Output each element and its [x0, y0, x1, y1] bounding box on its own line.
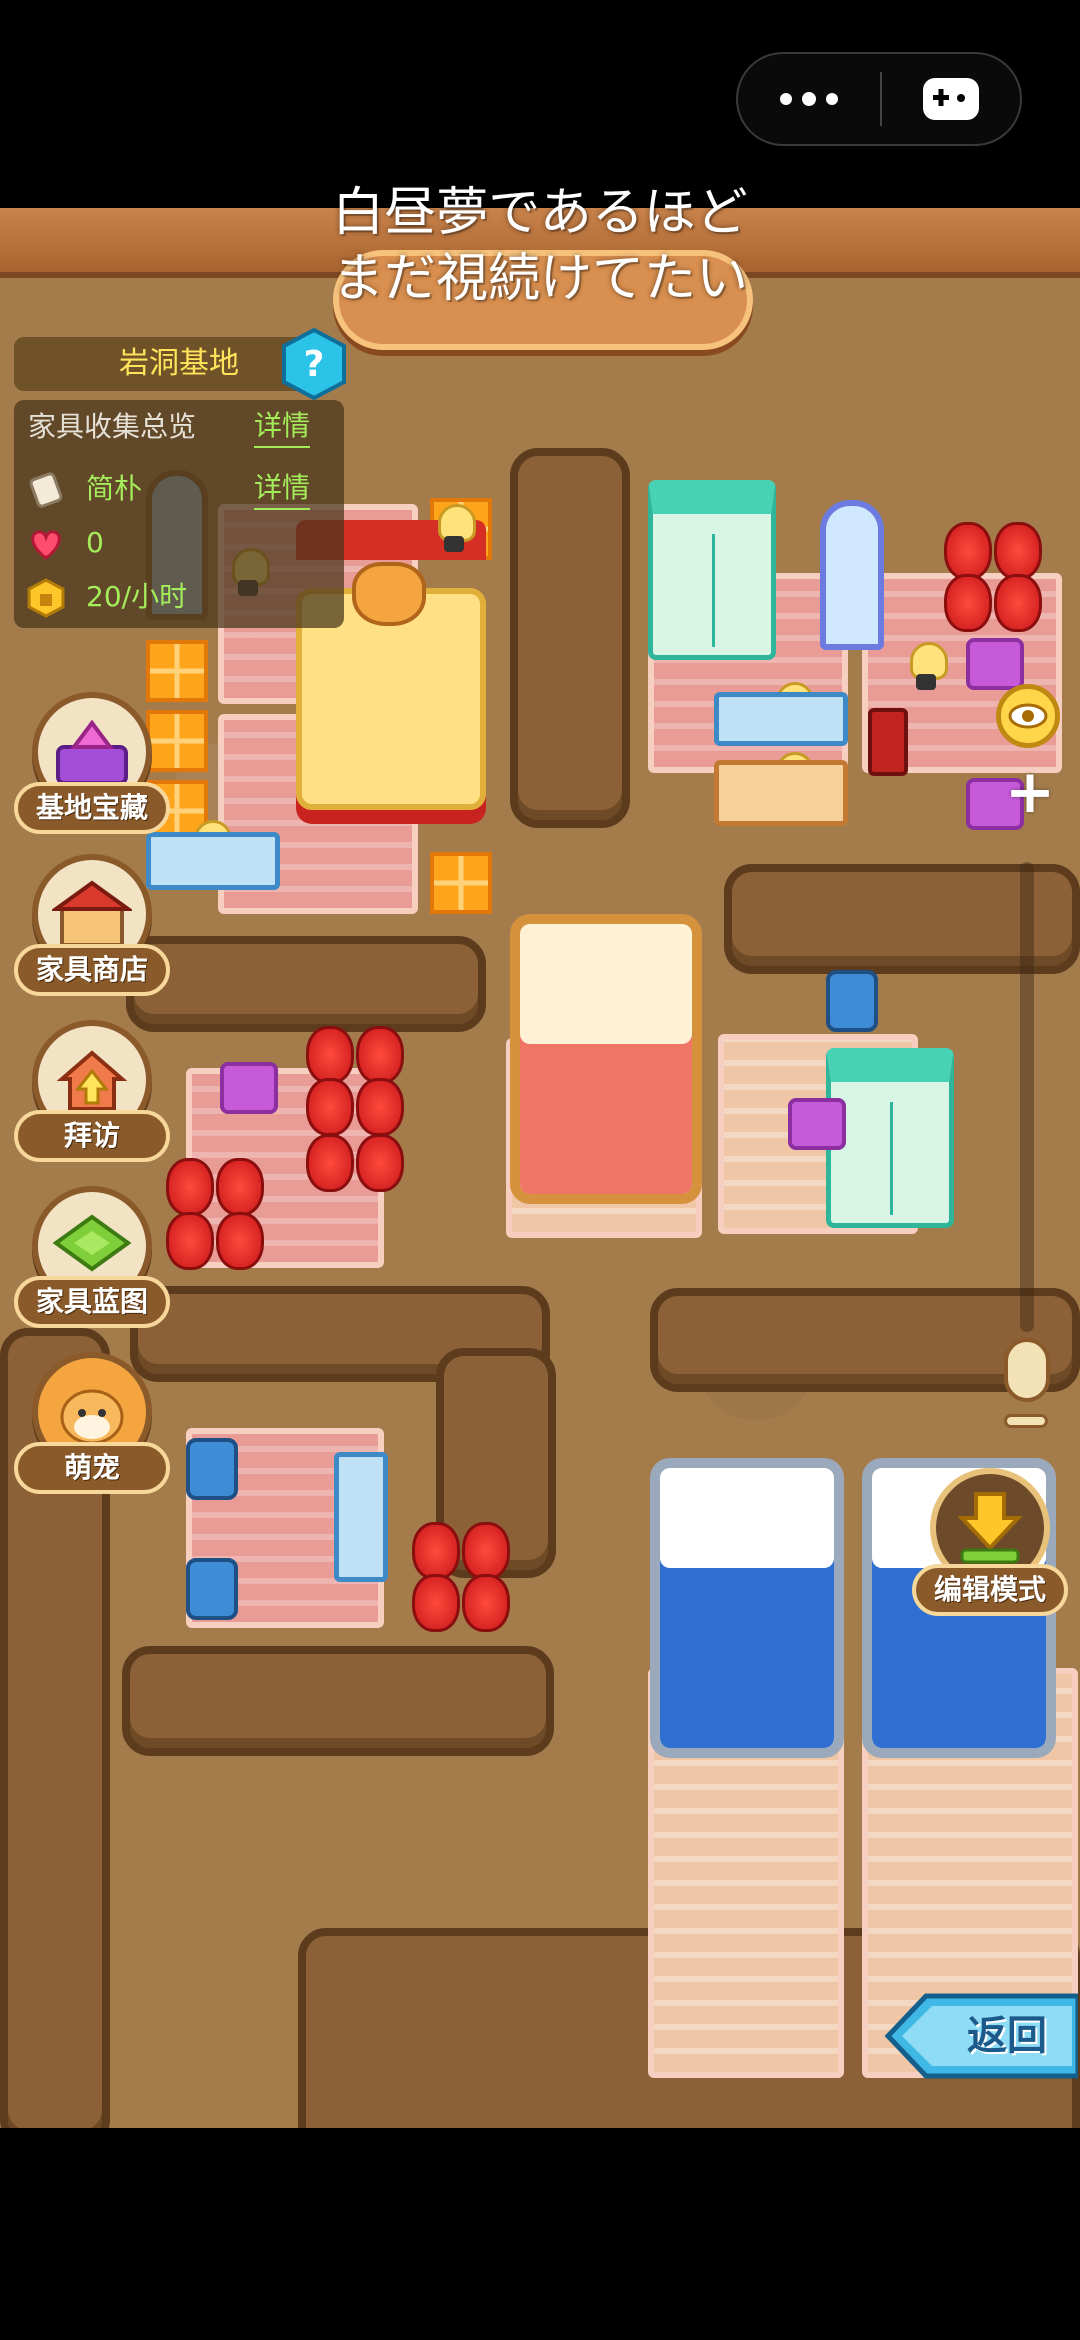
zoom-end — [1004, 1414, 1048, 1428]
lyrics-overlay: 白昼夢であるほど まだ視続けてたい — [330, 180, 750, 312]
miniprogram-capsule — [736, 52, 1022, 146]
edit-mode-button[interactable]: 编辑模式 — [912, 1468, 1068, 1628]
help-icon[interactable]: ? — [282, 327, 346, 401]
more-icon[interactable] — [738, 54, 880, 144]
office-chair[interactable] — [186, 1558, 238, 1620]
system-top-bar — [0, 0, 1080, 208]
system-bottom-bar — [0, 2128, 1080, 2340]
lyrics-line-1: 白昼夢であるほど — [332, 183, 748, 243]
collection-header-row: 家具收集总览 详情 — [14, 400, 344, 454]
office-chair[interactable] — [826, 970, 878, 1032]
red-quilt-bed[interactable] — [510, 914, 702, 1204]
red-lantern[interactable] — [306, 1078, 354, 1136]
floor-tile[interactable] — [430, 852, 492, 914]
eye-icon[interactable] — [996, 684, 1060, 748]
hearts-row: 0 — [14, 516, 344, 570]
menu-visit-label: 拜访 — [14, 1110, 170, 1162]
back-button[interactable]: 返回 — [882, 1990, 1078, 2082]
rock-wall — [122, 1646, 554, 1756]
red-lantern[interactable] — [994, 522, 1042, 580]
collection-header: 家具收集总览 — [28, 410, 197, 443]
green-wardrobe[interactable] — [648, 480, 776, 660]
red-lantern[interactable] — [412, 1574, 460, 1632]
blue-cabinet[interactable] — [334, 1452, 388, 1582]
red-lantern[interactable] — [306, 1026, 354, 1084]
red-lantern[interactable] — [356, 1134, 404, 1192]
blue-desk[interactable] — [714, 692, 848, 746]
menu-pet-label: 萌宠 — [14, 1442, 170, 1494]
income-row: 20/小时 — [14, 570, 344, 624]
menu-shop-label: 家具商店 — [14, 944, 170, 996]
menu-blueprint-label: 家具蓝图 — [14, 1276, 170, 1328]
office-chair[interactable] — [186, 1438, 238, 1500]
gamepad-icon[interactable] — [882, 76, 1020, 122]
red-lantern[interactable] — [356, 1026, 404, 1084]
wood-desk[interactable] — [714, 760, 848, 826]
purple-stool[interactable] — [966, 638, 1024, 690]
menu-treasure-label: 基地宝藏 — [14, 782, 170, 834]
back-label: 返回 — [967, 2013, 1047, 2059]
zoom-track[interactable] — [1020, 862, 1034, 1332]
menu-visit[interactable]: 拜访 — [14, 1020, 170, 1180]
red-lantern[interactable] — [994, 574, 1042, 632]
blue-quilt-bed[interactable] — [650, 1458, 844, 1758]
svg-text:?: ? — [304, 344, 325, 385]
base-name-bar: 岩洞基地 — [14, 337, 314, 391]
collection-detail-link[interactable]: 详情 — [254, 406, 311, 448]
red-lantern[interactable] — [166, 1158, 214, 1216]
red-lantern[interactable] — [216, 1212, 264, 1270]
style-value: 简朴 — [86, 472, 143, 505]
lyrics-line-2: まだ視続けてたい — [331, 249, 748, 309]
red-lantern[interactable] — [166, 1212, 214, 1270]
menu-pet[interactable]: 萌宠 — [14, 1352, 170, 1512]
base-name: 岩洞基地 — [119, 346, 239, 381]
hearts-value: 0 — [86, 526, 104, 559]
rock-wall — [126, 936, 486, 1032]
red-lantern[interactable] — [412, 1522, 460, 1580]
coin-icon — [26, 578, 66, 618]
blue-mirror[interactable] — [820, 500, 884, 650]
scroll-icon — [26, 470, 66, 510]
purple-stool[interactable] — [220, 1062, 278, 1114]
menu-shop[interactable]: 家具商店 — [14, 854, 170, 1014]
red-lantern[interactable] — [306, 1134, 354, 1192]
rock-wall — [510, 448, 630, 828]
plus-icon[interactable]: + — [1004, 762, 1056, 822]
heart-icon — [26, 524, 66, 564]
furniture-collection-panel: 家具收集总览 详情 简朴 详情 0 20/小时 — [14, 400, 344, 628]
red-lantern[interactable] — [944, 522, 992, 580]
red-lantern[interactable] — [944, 574, 992, 632]
menu-treasure[interactable]: 基地宝藏 — [14, 692, 170, 852]
table-lamp[interactable] — [434, 504, 476, 556]
income-value: 20/小时 — [86, 580, 188, 613]
shiba-pet[interactable] — [352, 562, 426, 626]
style-detail-link[interactable]: 详情 — [254, 468, 311, 510]
red-lantern[interactable] — [462, 1522, 510, 1580]
menu-blueprint[interactable]: 家具蓝图 — [14, 1186, 170, 1346]
red-lantern[interactable] — [356, 1078, 404, 1136]
red-lantern[interactable] — [462, 1574, 510, 1632]
red-cabinet[interactable] — [868, 708, 908, 776]
edit-mode-label: 编辑模式 — [912, 1564, 1068, 1616]
style-row: 简朴 详情 — [14, 462, 344, 516]
purple-stool[interactable] — [788, 1098, 846, 1150]
zoom-handle[interactable] — [1004, 1338, 1050, 1402]
red-lantern[interactable] — [216, 1158, 264, 1216]
table-lamp[interactable] — [906, 642, 948, 694]
